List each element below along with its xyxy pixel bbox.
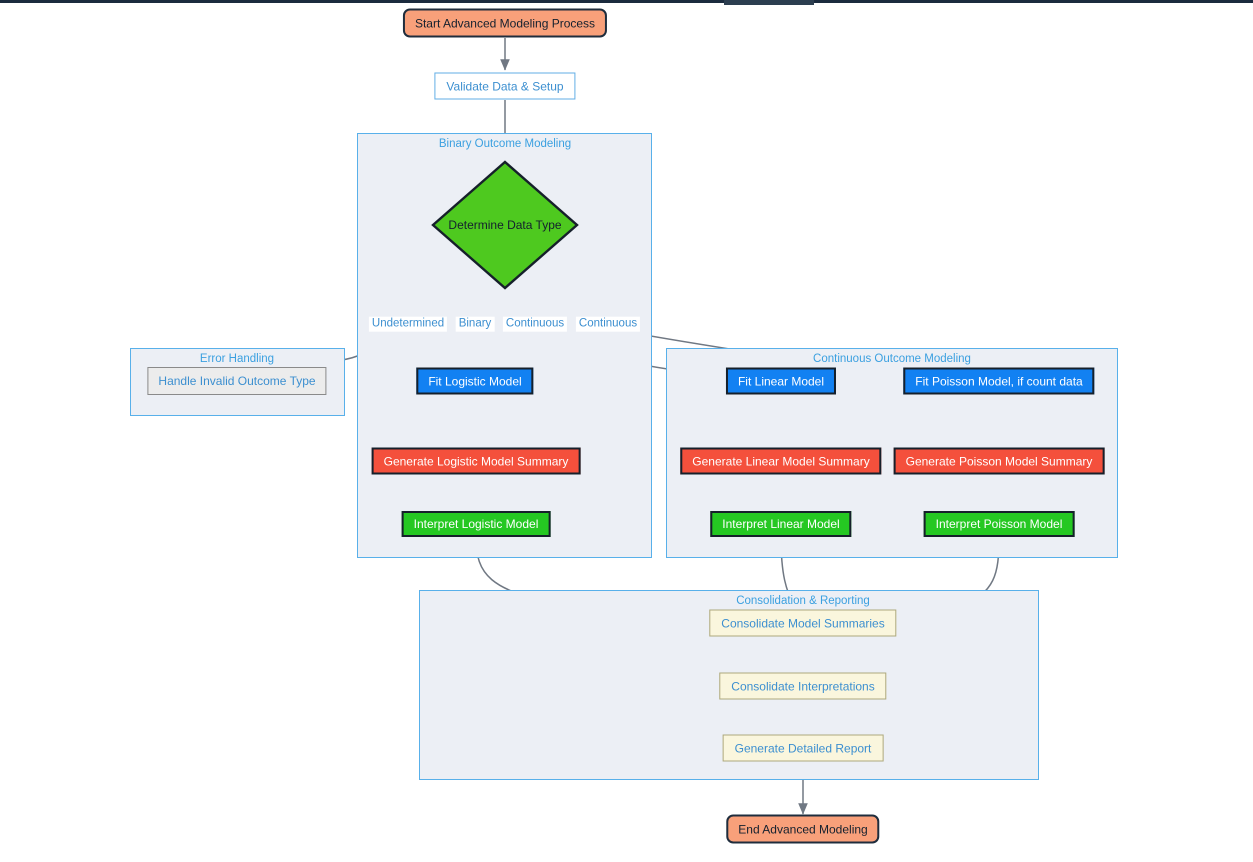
node-end[interactable]: End Advanced Modeling xyxy=(726,814,880,844)
node-int_linear[interactable]: Interpret Linear Model xyxy=(710,511,852,537)
node-gen_report[interactable]: Generate Detailed Report xyxy=(722,734,884,762)
node-int_logistic[interactable]: Interpret Logistic Model xyxy=(401,511,551,537)
node-start[interactable]: Start Advanced Modeling Process xyxy=(402,8,608,38)
window-top-border xyxy=(0,0,1253,3)
node-cons_summaries[interactable]: Consolidate Model Summaries xyxy=(709,609,897,637)
flowchart-canvas: Binary Outcome Modeling Error Handling Con… xyxy=(0,0,1253,862)
edge-label-lbl_binary: Binary xyxy=(455,316,495,332)
node-handle_invalid[interactable]: Handle Invalid Outcome Type xyxy=(147,367,327,395)
subgraph-title-binary: Binary Outcome Modeling xyxy=(438,138,572,150)
node-fit_poisson[interactable]: Fit Poisson Model, if count data xyxy=(903,367,1095,395)
window-titlebar-stub xyxy=(724,0,814,5)
edge-label-lbl_undetermined: Undetermined xyxy=(368,316,448,332)
node-cons_interp[interactable]: Consolidate Interpretations xyxy=(719,672,887,700)
node-fit_logistic[interactable]: Fit Logistic Model xyxy=(416,367,534,395)
subgraph-title-continuous: Continuous Outcome Modeling xyxy=(813,353,971,365)
subgraph-title-consolidation: Consolidation & Reporting xyxy=(736,595,870,607)
node-int_poisson[interactable]: Interpret Poisson Model xyxy=(923,511,1075,537)
node-label-decide: Determine Data Type xyxy=(448,218,562,232)
node-sum_logistic[interactable]: Generate Logistic Model Summary xyxy=(371,447,581,475)
node-sum_poisson[interactable]: Generate Poisson Model Summary xyxy=(893,447,1105,475)
edge-label-lbl_continuous_poisson: Continuous xyxy=(575,316,641,332)
node-validate[interactable]: Validate Data & Setup xyxy=(434,72,576,100)
edge-label-lbl_continuous_linear: Continuous xyxy=(502,316,568,332)
node-sum_linear[interactable]: Generate Linear Model Summary xyxy=(680,447,882,475)
subgraph-title-error: Error Handling xyxy=(199,353,275,365)
node-decide[interactable]: Determine Data Type xyxy=(431,160,579,290)
node-fit_linear[interactable]: Fit Linear Model xyxy=(725,367,837,395)
